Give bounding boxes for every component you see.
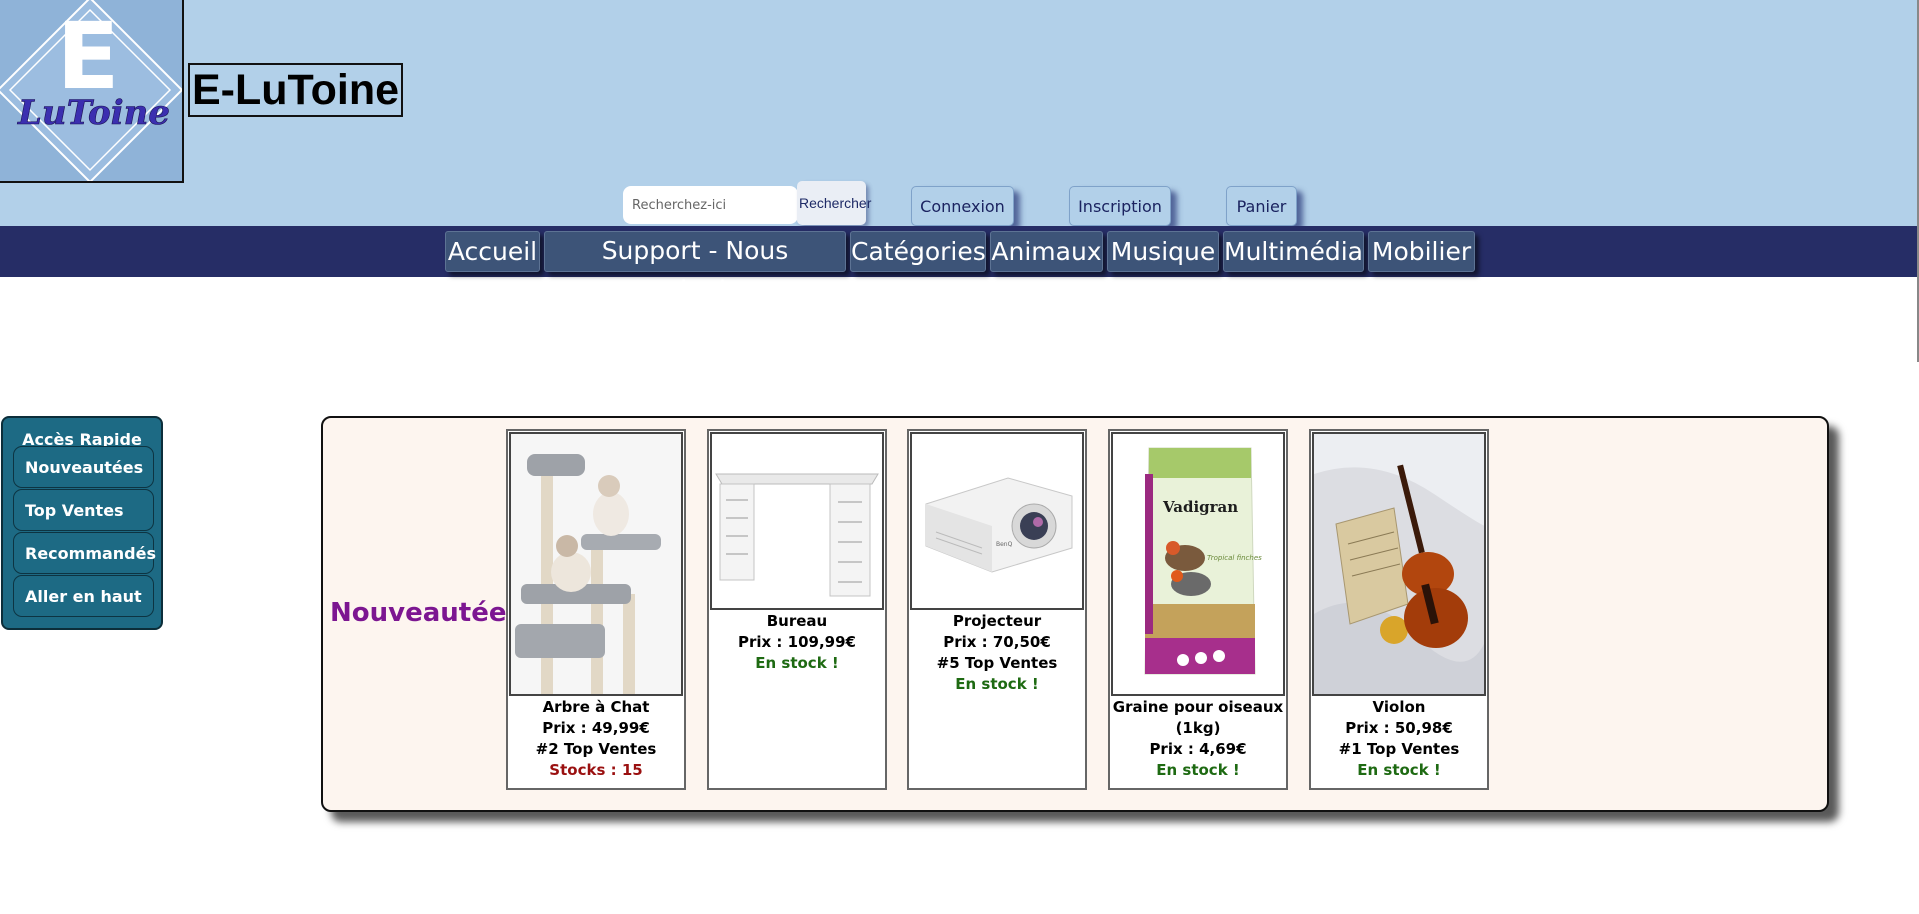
product-name: Arbre à Chat <box>542 698 650 716</box>
product-name: Graine pour oiseaux (1kg) <box>1112 698 1284 737</box>
section-title: Nouveautées <box>330 598 522 628</box>
product-card[interactable]: BenQ Projecteur Prix : 70,50€ #5 Top Ven… <box>907 429 1087 790</box>
product-rank: #5 Top Ventes <box>936 654 1058 672</box>
product-stock: En stock ! <box>1357 761 1441 779</box>
product-stock: En stock ! <box>955 675 1039 693</box>
nav-item-accueil[interactable]: Accueil <box>445 231 540 272</box>
product-stock: En stock ! <box>1156 761 1240 779</box>
quick-link-nouveautees[interactable]: Nouveautées <box>13 446 154 488</box>
product-card[interactable]: Arbre à Chat Prix : 49,99€ #2 Top Ventes… <box>506 429 686 790</box>
product-info: Graine pour oiseaux (1kg) Prix : 4,69€ E… <box>1110 697 1286 781</box>
svg-text:Vadigran: Vadigran <box>1162 498 1238 516</box>
svg-text:BenQ: BenQ <box>996 541 1013 548</box>
product-stock: En stock ! <box>755 654 839 672</box>
bird-seed-bag-image[interactable]: Vadigran Tropical finches <box>1111 432 1285 696</box>
product-stock: Stocks : 15 <box>549 761 643 779</box>
svg-text:LuToine: LuToine <box>17 93 170 133</box>
svg-text:Tropical finches: Tropical finches <box>1207 554 1262 562</box>
cart-button[interactable]: Panier <box>1226 186 1297 226</box>
site-title: E-LuToine <box>188 63 404 117</box>
login-button[interactable]: Connexion <box>911 186 1014 226</box>
search-input[interactable] <box>623 186 798 224</box>
nav-item-support[interactable]: Support - Nous contacter <box>544 231 846 303</box>
search-button[interactable]: Rechercher <box>797 181 871 225</box>
quick-link-aller-en-haut[interactable]: Aller en haut <box>13 575 154 617</box>
nav-item-animaux[interactable]: Animaux <box>990 231 1103 272</box>
quick-access-panel: Accès Rapide Nouveautées Top Ventes Reco… <box>1 416 163 630</box>
product-card[interactable]: Violon Prix : 50,98€ #1 Top Ventes En st… <box>1309 429 1489 790</box>
product-info: Violon Prix : 50,98€ #1 Top Ventes En st… <box>1311 697 1487 781</box>
product-price: Prix : 50,98€ <box>1345 719 1453 737</box>
product-price: Prix : 49,99€ <box>542 719 650 737</box>
nav-item-categories[interactable]: Catégories <box>850 231 986 272</box>
site-header: E LuToine E-LuToine Rechercher Connexion… <box>0 0 1919 226</box>
product-name: Bureau <box>766 612 828 630</box>
product-rank: #2 Top Ventes <box>535 740 657 758</box>
product-price: Prix : 70,50€ <box>943 633 1051 651</box>
nav-item-musique[interactable]: Musique <box>1107 231 1219 272</box>
main-navbar: Accueil Support - Nous contacter Catégor… <box>0 226 1919 303</box>
violin-image[interactable] <box>1312 432 1486 696</box>
nav-item-multimedia[interactable]: Multimédia <box>1223 231 1364 272</box>
quick-link-top-ventes[interactable]: Top Ventes <box>13 489 154 531</box>
logo-diamond-icon: E LuToine <box>0 0 182 181</box>
product-name: Violon <box>1372 698 1426 716</box>
new-products-section: Nouveautées Arbre à Chat Prix : 49,99€ #… <box>321 416 1829 812</box>
projector-image[interactable]: BenQ <box>910 432 1084 610</box>
desk-image[interactable] <box>710 432 884 610</box>
product-price: Prix : 109,99€ <box>738 633 856 651</box>
product-info: Projecteur Prix : 70,50€ #5 Top Ventes E… <box>909 611 1085 695</box>
product-name: Projecteur <box>952 612 1042 630</box>
product-price: Prix : 4,69€ <box>1149 740 1247 758</box>
site-logo[interactable]: E LuToine <box>0 0 184 183</box>
quick-link-recommandes[interactable]: Recommandés <box>13 532 156 574</box>
signup-button[interactable]: Inscription <box>1069 186 1171 226</box>
product-info: Bureau Prix : 109,99€ En stock ! <box>709 611 885 674</box>
product-info: Arbre à Chat Prix : 49,99€ #2 Top Ventes… <box>508 697 684 781</box>
product-card[interactable]: Vadigran Tropical finches Graine pour oi… <box>1108 429 1288 790</box>
product-rank: #1 Top Ventes <box>1338 740 1460 758</box>
cat-tree-image[interactable] <box>509 432 683 696</box>
nav-item-mobilier[interactable]: Mobilier <box>1368 231 1475 272</box>
product-card[interactable]: Bureau Prix : 109,99€ En stock ! <box>707 429 887 790</box>
